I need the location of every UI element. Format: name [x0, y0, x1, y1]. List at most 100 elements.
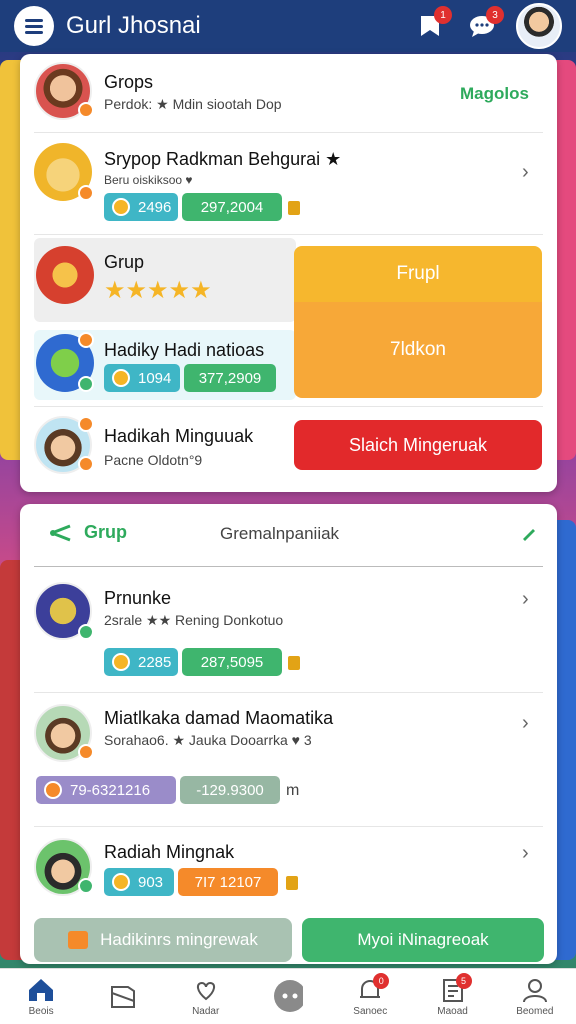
- notification-badge: 5: [455, 972, 472, 989]
- divider: [34, 234, 543, 235]
- share-icon: [50, 524, 71, 542]
- status-badge: [78, 744, 94, 760]
- coins-pill: 1094: [104, 364, 180, 392]
- grup-row[interactable]: Grup ★★★★★: [34, 238, 296, 322]
- coin-icon: [44, 781, 62, 799]
- list-item[interactable]: Miatlkaka damad Maomatika Sorahao6. ★ Ja…: [20, 694, 557, 824]
- nav-item-maoad[interactable]: 5 Maoad: [418, 969, 488, 1024]
- coins-pill: 2285: [104, 648, 178, 676]
- row-title: Prnunke: [104, 588, 172, 608]
- coins-pill: 903: [104, 868, 174, 896]
- app-header: Gurl Jhosnai 1 3: [0, 0, 576, 52]
- nav-item-book[interactable]: [88, 969, 158, 1024]
- nav-label: Beomed: [516, 1006, 554, 1017]
- row-title: Hadikah Minguuak: [104, 426, 254, 446]
- nav-item-more[interactable]: [253, 969, 323, 1024]
- more-icon: [273, 979, 303, 1012]
- list-item[interactable]: Radiah Mingnak 903 7I7 12107 ›: [20, 828, 557, 904]
- row-subtitle: Pacne Oldotn°9: [104, 452, 203, 468]
- coin-icon: [112, 873, 130, 891]
- chat-badge: 3: [486, 6, 504, 24]
- list-item[interactable]: Prnunke 2srale ★★ Rening Donkotuo 2285 2…: [20, 570, 557, 690]
- slaich-button[interactable]: Slaich Mingeruak: [294, 420, 542, 470]
- hamburger-icon: [25, 24, 43, 28]
- app-title: Gurl Jhosnai: [66, 12, 201, 39]
- coin-icon: [112, 653, 130, 671]
- lock-icon: [286, 876, 298, 890]
- ldkon-button[interactable]: 7ldkon: [294, 302, 542, 398]
- status-badge: [78, 332, 94, 348]
- status-badge: [78, 102, 94, 118]
- hadikinrs-button[interactable]: Hadikinrs mingrewak: [34, 918, 292, 962]
- nav-item-home[interactable]: Beois: [6, 969, 76, 1024]
- chevron-right-icon[interactable]: ›: [522, 588, 529, 611]
- row-subtitle: 2srale ★★ Rening Donkotuo: [104, 612, 284, 628]
- avatar: [36, 246, 94, 304]
- tab-bar: Grup Gremalnpaniiak: [20, 504, 557, 560]
- status-badge: [78, 185, 94, 201]
- notification-badge: 0: [373, 972, 390, 989]
- menu-button[interactable]: [14, 6, 54, 46]
- score-pill: 297,2004: [182, 193, 282, 221]
- score-pill: 7I7 12107: [178, 868, 278, 896]
- row-title: Grops: [104, 72, 154, 92]
- row-title: Srypop Radkman Behgurai ★: [104, 149, 342, 169]
- tab-grup[interactable]: Grup: [84, 522, 127, 543]
- nav-label: Nadar: [192, 1006, 220, 1017]
- tab-gremalnpaniiak[interactable]: Gremalnpaniiak: [220, 524, 339, 544]
- lock-icon: [288, 656, 300, 670]
- list-item[interactable]: Hadikah Minguuak Pacne Oldotn°9 Slaich M…: [20, 410, 557, 486]
- coin-icon: [112, 198, 130, 216]
- row-title: Grup: [104, 252, 145, 272]
- divider: [34, 692, 543, 693]
- row-title: Radiah Mingnak: [104, 842, 235, 862]
- profile-icon: [520, 976, 550, 1004]
- online-badge: [78, 376, 94, 392]
- book-icon: [108, 982, 138, 1010]
- rating-stars: ★★★★★: [104, 277, 212, 304]
- bookmark-button[interactable]: 1: [412, 6, 452, 44]
- groups-row[interactable]: Grops Perdok: ★ Mdin siootah Dop Magolos: [20, 54, 557, 132]
- groups-card: Grops Perdok: ★ Mdin siootah Dop Magolos…: [20, 54, 557, 492]
- divider: [34, 566, 543, 567]
- row-title: Hadiky Hadi natioas: [104, 340, 265, 360]
- row-subtitle: Sorahao6. ★ Jauka Dooarrka ♥ 3: [104, 732, 312, 748]
- nav-item-sanoec[interactable]: 0 Sanoec: [335, 969, 405, 1024]
- user-avatar[interactable]: [516, 3, 562, 49]
- divider: [34, 406, 543, 407]
- bookmark-badge: 1: [434, 6, 452, 24]
- frupl-button[interactable]: Frupl: [294, 246, 542, 302]
- row-subtitle: Perdok: ★ Mdin siootah Dop: [104, 96, 282, 112]
- group-list-card: Grup Gremalnpaniiak Prnunke 2srale ★★ Re…: [20, 504, 557, 964]
- list-item[interactable]: Hadiky Hadi natioas 1094 377,2909: [34, 330, 296, 400]
- magolos-link[interactable]: Magolos: [460, 84, 529, 104]
- chat-button[interactable]: 3: [464, 6, 504, 44]
- score-pill: 377,2909: [184, 364, 276, 392]
- nav-item-nadar[interactable]: Nadar: [171, 969, 241, 1024]
- list-item[interactable]: Srypop Radkman Behgurai ★ Beru oiskiksoo…: [20, 133, 557, 233]
- bottom-nav: Beois Nadar 0 Sanoec 5 Maoad Beomed: [0, 968, 576, 1024]
- myoi-button[interactable]: Myoi iNinagreoak: [302, 918, 544, 962]
- row-title: Miatlkaka damad Maomatika: [104, 708, 334, 728]
- coins-pill: 2496: [104, 193, 178, 221]
- status-badge: [78, 456, 94, 472]
- chevron-right-icon[interactable]: ›: [522, 842, 529, 865]
- nav-label: Maoad: [437, 1006, 468, 1017]
- chevron-right-icon[interactable]: ›: [522, 161, 529, 184]
- score-pill: 287,5095: [182, 648, 282, 676]
- divider: [34, 826, 543, 827]
- unit-label: m: [286, 782, 300, 799]
- online-badge: [78, 624, 94, 640]
- heart-hand-icon: [191, 976, 221, 1004]
- edit-icon[interactable]: [520, 524, 538, 542]
- nav-label: Beois: [28, 1006, 54, 1017]
- nav-item-profile[interactable]: Beomed: [500, 969, 570, 1024]
- chevron-right-icon[interactable]: ›: [522, 712, 529, 735]
- status-badge: [78, 416, 94, 432]
- score-pill: -129.9300: [180, 776, 280, 804]
- coin-icon: [112, 369, 130, 387]
- nav-label: Sanoec: [353, 1006, 388, 1017]
- online-badge: [78, 878, 94, 894]
- coins-pill: 79-6321216: [36, 776, 176, 804]
- lock-icon: [288, 201, 300, 215]
